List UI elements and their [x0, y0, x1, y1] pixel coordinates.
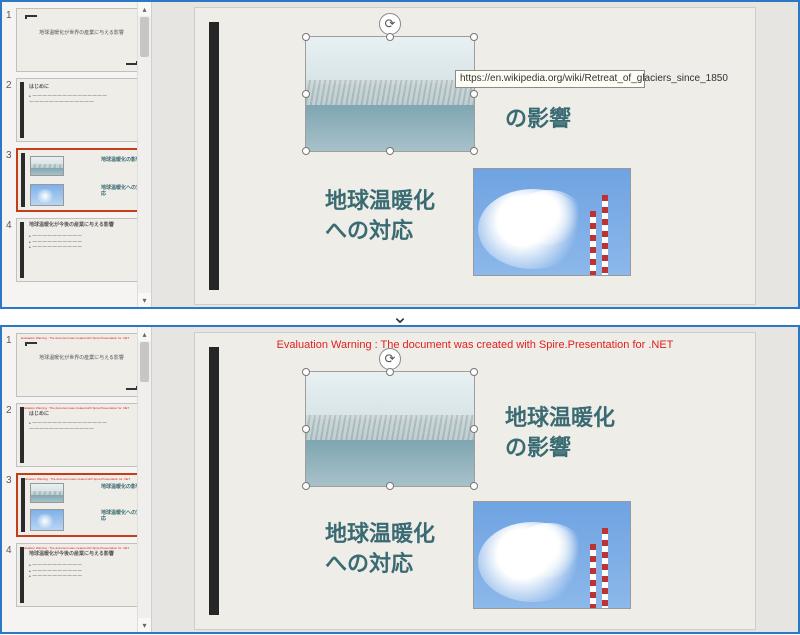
caption-line: の影響: [505, 435, 571, 460]
thumbnail-3[interactable]: 3 地球温暖化の影響 地球温暖化への対応: [6, 148, 147, 212]
thumbnail-slide: 地球温暖化が今後の産業に与える影響 • ーーーーーーーーーー• ーーーーーーーー…: [16, 218, 147, 282]
resize-handle[interactable]: [302, 482, 310, 490]
caption-response[interactable]: 地球温暖化 への対応: [325, 186, 435, 245]
thumbnail-2[interactable]: 2 はじめに • ーーーーーーーーーーーーーーーーーーーーーーーーーーーー: [6, 78, 147, 142]
resize-handle[interactable]: [386, 482, 394, 490]
slide-accent-bar: [209, 22, 219, 290]
thumbnail-slide: Evaluation Warning : The document was cr…: [16, 543, 147, 607]
thumbnail-number: 2: [6, 403, 16, 467]
pane-after: 1 Evaluation Warning : The document was …: [0, 325, 800, 634]
caption-line: 地球温暖化: [505, 405, 615, 430]
thumbnail-title: 地球温暖化が今後の産業に与える影響: [29, 552, 114, 558]
pane-before: 1 地球温暖化が世界の産業に与える影響 2 はじめに • ーーーーーーーーーーー…: [0, 0, 800, 309]
thumbnail-number: 3: [6, 148, 16, 212]
scroll-thumb[interactable]: [140, 342, 149, 382]
caption-line: 地球温暖化: [325, 188, 435, 213]
image-smokestack[interactable]: [473, 501, 631, 609]
hyperlink-tooltip: https://en.wikipedia.org/wiki/Retreat_of…: [455, 70, 645, 88]
thumbnail-warning: Evaluation Warning : The document was cr…: [21, 546, 144, 550]
slide-canvas[interactable]: Evaluation Warning : The document was cr…: [195, 333, 755, 629]
thumbnail-number: 1: [6, 8, 16, 72]
thumbnail-warning: Evaluation Warning : The document was cr…: [21, 406, 144, 410]
thumbnail-4[interactable]: 4 Evaluation Warning : The document was …: [6, 543, 147, 607]
chevron-down-icon: ⌄: [0, 309, 800, 325]
scroll-down-icon[interactable]: ▾: [138, 618, 151, 632]
resize-handle[interactable]: [470, 147, 478, 155]
caption-line: 地球温暖化: [325, 521, 435, 546]
caption-effect-partial[interactable]: の影響: [505, 104, 571, 134]
image-smokestack[interactable]: [473, 168, 631, 276]
thumbnail-caption-a: 地球温暖化の影響: [101, 158, 141, 164]
resize-handle[interactable]: [302, 90, 310, 98]
resize-handle[interactable]: [302, 147, 310, 155]
thumbnail-slide: 地球温暖化が世界の産業に与える影響: [16, 8, 147, 72]
resize-handle[interactable]: [386, 368, 394, 376]
thumbnail-slide: Evaluation Warning : The document was cr…: [16, 403, 147, 467]
slide-canvas[interactable]: ⟳ https://en.wikipedia.org/wiki/Retreat_…: [195, 8, 755, 304]
image-glacier-selected[interactable]: ⟳: [305, 36, 475, 152]
thumbnail-1[interactable]: 1 Evaluation Warning : The document was …: [6, 333, 147, 397]
thumbnail-2[interactable]: 2 Evaluation Warning : The document was …: [6, 403, 147, 467]
caption-response[interactable]: 地球温暖化 への対応: [325, 519, 435, 578]
thumbnail-warning: Evaluation Warning : The document was cr…: [21, 336, 144, 340]
thumbnail-title: 地球温暖化が世界の産業に与える影響: [17, 356, 146, 362]
thumbnail-panel: 1 地球温暖化が世界の産業に与える影響 2 はじめに • ーーーーーーーーーーー…: [2, 2, 152, 307]
resize-handle[interactable]: [470, 482, 478, 490]
thumbnail-1[interactable]: 1 地球温暖化が世界の産業に与える影響: [6, 8, 147, 72]
resize-handle[interactable]: [302, 425, 310, 433]
resize-handle[interactable]: [386, 147, 394, 155]
thumbnail-title: 地球温暖化が世界の産業に与える影響: [17, 31, 146, 37]
resize-handle[interactable]: [470, 425, 478, 433]
caption-line: への対応: [325, 218, 413, 243]
thumbnail-title: はじめに: [29, 85, 49, 91]
slide-accent-bar: [209, 347, 219, 615]
resize-handle[interactable]: [386, 33, 394, 41]
scroll-down-icon[interactable]: ▾: [138, 293, 151, 307]
slide-editor[interactable]: Evaluation Warning : The document was cr…: [152, 327, 798, 632]
resize-handle[interactable]: [470, 90, 478, 98]
caption-line: への対応: [325, 551, 413, 576]
thumbnail-slide: はじめに • ーーーーーーーーーーーーーーーーーーーーーーーーーーーー: [16, 78, 147, 142]
thumbnail-slide: Evaluation Warning : The document was cr…: [16, 333, 147, 397]
thumbnail-number: 4: [6, 218, 16, 282]
thumbnail-4[interactable]: 4 地球温暖化が今後の産業に与える影響 • ーーーーーーーーーー• ーーーーーー…: [6, 218, 147, 282]
thumbnail-title: はじめに: [29, 412, 49, 418]
thumbnail-title: 地球温暖化が今後の産業に与える影響: [29, 223, 114, 229]
resize-handle[interactable]: [302, 33, 310, 41]
scroll-thumb[interactable]: [140, 17, 149, 57]
resize-handle[interactable]: [470, 33, 478, 41]
thumbnail-scrollbar[interactable]: ▴ ▾: [137, 327, 151, 632]
thumbnail-number: 4: [6, 543, 16, 607]
scroll-up-icon[interactable]: ▴: [138, 327, 151, 341]
thumbnail-3[interactable]: 3 Evaluation Warning : The document was …: [6, 473, 147, 537]
thumbnail-number: 2: [6, 78, 16, 142]
thumbnail-caption-a: 地球温暖化の影響: [101, 485, 141, 491]
resize-handle[interactable]: [302, 368, 310, 376]
thumbnail-number: 3: [6, 473, 16, 537]
rotate-handle-icon[interactable]: ⟳: [379, 13, 401, 35]
slide-editor[interactable]: ⟳ https://en.wikipedia.org/wiki/Retreat_…: [152, 2, 798, 307]
evaluation-warning: Evaluation Warning : The document was cr…: [205, 339, 745, 352]
image-glacier-selected[interactable]: ⟳: [305, 371, 475, 487]
thumbnail-slide: 地球温暖化の影響 地球温暖化への対応: [16, 148, 147, 212]
caption-effect[interactable]: 地球温暖化 の影響: [505, 403, 615, 462]
scroll-up-icon[interactable]: ▴: [138, 2, 151, 16]
resize-handle[interactable]: [470, 368, 478, 376]
thumbnail-caption-b: 地球温暖化への対応: [101, 186, 141, 197]
thumbnail-scrollbar[interactable]: ▴ ▾: [137, 2, 151, 307]
thumbnail-number: 1: [6, 333, 16, 397]
thumbnail-caption-b: 地球温暖化への対応: [101, 511, 141, 522]
thumbnail-panel: 1 Evaluation Warning : The document was …: [2, 327, 152, 632]
thumbnail-warning: Evaluation Warning : The document was cr…: [22, 477, 143, 481]
thumbnail-slide: Evaluation Warning : The document was cr…: [16, 473, 147, 537]
